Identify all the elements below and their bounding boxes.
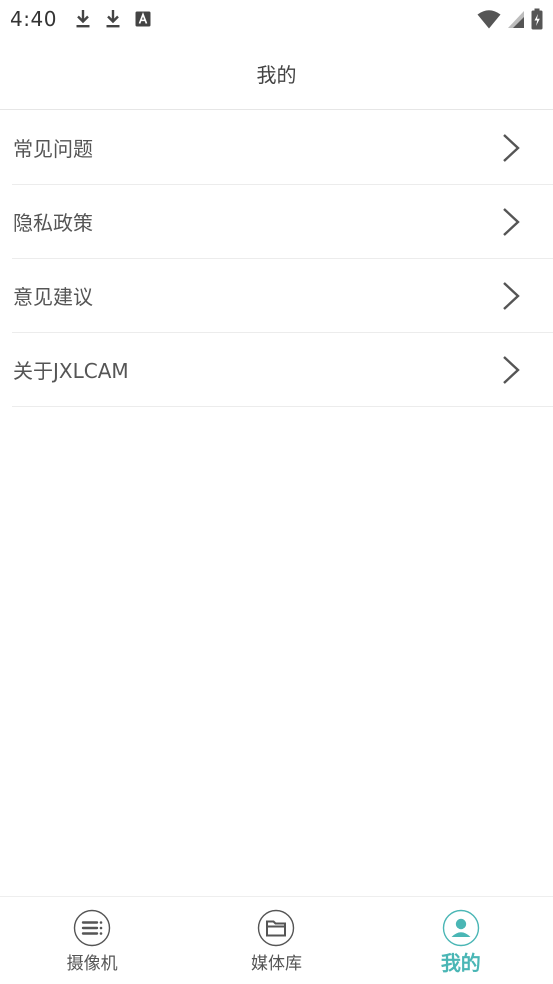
nav-tab-mine[interactable]: 我的 xyxy=(369,897,553,984)
menu-item-label: 隐私政策 xyxy=(13,211,93,235)
status-bar: 4:40 xyxy=(0,0,553,38)
nav-tab-media-library[interactable]: 媒体库 xyxy=(184,897,368,984)
status-time: 4:40 xyxy=(10,7,57,31)
menu-item-faq[interactable]: 常见问题 xyxy=(12,111,553,185)
text-a-icon xyxy=(135,11,151,27)
signal-icon xyxy=(508,11,524,28)
camera-list-icon xyxy=(73,909,111,947)
download-icon xyxy=(76,10,90,28)
folder-icon xyxy=(258,909,295,947)
battery-icon xyxy=(531,8,543,30)
chevron-right-icon xyxy=(503,208,520,236)
menu-list: 常见问题 隐私政策 意见建议 关于JXLCAM xyxy=(0,111,553,407)
nav-tab-cameras[interactable]: 摄像机 xyxy=(0,897,184,984)
menu-item-label: 意见建议 xyxy=(13,285,93,309)
wifi-icon xyxy=(477,10,501,29)
chevron-right-icon xyxy=(503,134,520,162)
nav-tab-label: 我的 xyxy=(440,951,481,975)
nav-tab-label: 媒体库 xyxy=(250,954,302,974)
user-icon xyxy=(442,909,480,947)
app-screen: 4:40 我的 常见问题 隐私政策 意见建议 关于JXLCAM 摄像机 媒体库 … xyxy=(0,0,553,984)
nav-tab-label: 摄像机 xyxy=(66,954,118,974)
chevron-right-icon xyxy=(503,356,520,384)
status-system-icons xyxy=(477,8,543,30)
status-notification-icons xyxy=(75,9,151,29)
menu-item-label: 常见问题 xyxy=(13,137,93,161)
menu-item-about[interactable]: 关于JXLCAM xyxy=(12,333,553,407)
menu-item-feedback[interactable]: 意见建议 xyxy=(12,259,553,333)
menu-item-label: 关于JXLCAM xyxy=(13,359,129,383)
download-icon xyxy=(106,10,120,28)
page-title: 我的 xyxy=(256,63,297,87)
page-header: 我的 xyxy=(0,38,553,110)
chevron-right-icon xyxy=(503,282,520,310)
menu-item-privacy-policy[interactable]: 隐私政策 xyxy=(12,185,553,259)
bottom-nav: 摄像机 媒体库 我的 xyxy=(0,896,553,984)
